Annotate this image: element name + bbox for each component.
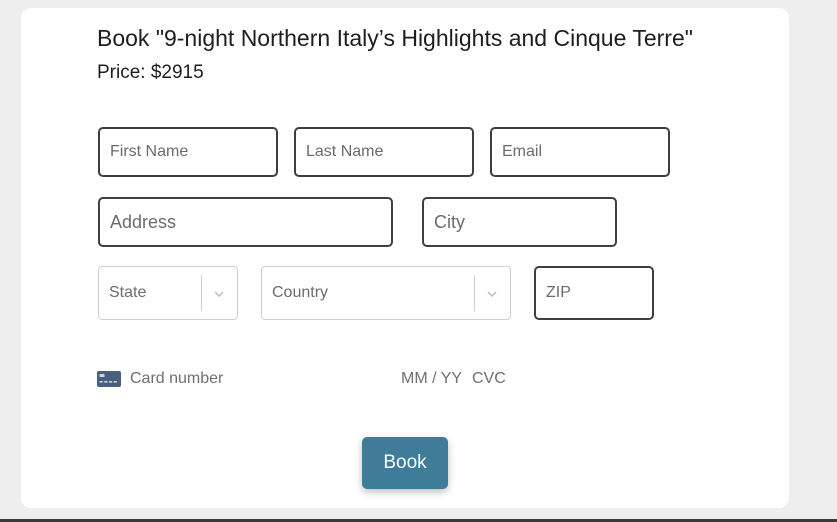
country-select[interactable]: Country [261, 266, 511, 320]
card-expiry-input[interactable]: MM / YY [401, 370, 462, 388]
card-cvc-input[interactable]: CVC [472, 370, 506, 388]
chevron-down-icon [487, 291, 497, 298]
zip-field[interactable] [534, 266, 654, 320]
chevron-down-icon [214, 291, 224, 298]
first-name-field[interactable] [98, 127, 278, 177]
email-field[interactable] [490, 127, 670, 177]
state-select-separator [201, 275, 202, 311]
book-button[interactable]: Book [362, 437, 448, 489]
card-number-input[interactable]: Card number [130, 370, 223, 388]
last-name-field[interactable] [294, 127, 474, 177]
booking-title: Book "9-night Northern Italy’s Highlight… [97, 25, 693, 51]
country-select-separator [474, 275, 475, 311]
country-select-label: Country [272, 284, 329, 301]
state-select-label: State [109, 284, 147, 301]
booking-price: Price: $2915 [97, 62, 204, 83]
address-field[interactable] [98, 197, 393, 247]
credit-card-icon [97, 371, 121, 387]
city-field[interactable] [422, 197, 617, 247]
state-select[interactable]: State [98, 266, 238, 320]
